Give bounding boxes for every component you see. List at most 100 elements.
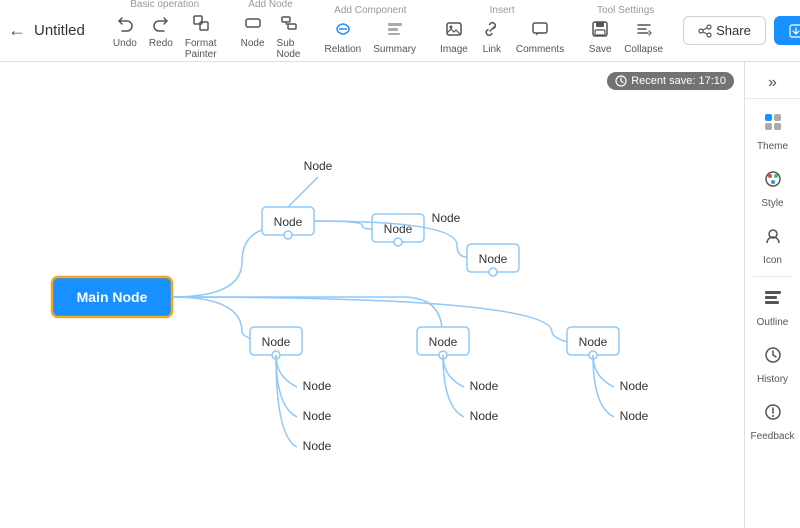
back-button[interactable]: ← bbox=[8, 20, 26, 41]
undo-button[interactable]: Undo bbox=[109, 12, 141, 62]
sidebar-item-style[interactable]: Style bbox=[745, 160, 800, 217]
outline-icon bbox=[762, 287, 784, 315]
redo-button[interactable]: Redo bbox=[145, 12, 177, 62]
undo-label: Undo bbox=[113, 38, 137, 49]
format-painter-label: Format Painter bbox=[185, 38, 217, 60]
export-icon bbox=[789, 24, 800, 38]
header-right: Share Export bbox=[683, 16, 800, 45]
theme-icon bbox=[762, 111, 784, 139]
redo-icon bbox=[152, 14, 170, 37]
summary-button[interactable]: Summary bbox=[369, 18, 420, 57]
link-label: Link bbox=[483, 44, 501, 55]
collapse-icon bbox=[635, 20, 653, 43]
toolbar-group-insert: Insert Image Link Comments bbox=[436, 5, 568, 57]
chevron-right-icon: » bbox=[768, 74, 777, 92]
relation-button[interactable]: Relation bbox=[321, 18, 366, 57]
summary-label: Summary bbox=[373, 44, 416, 55]
toolbar-basic-buttons: Undo Redo Format Painter bbox=[109, 12, 221, 62]
main-area: Recent save: 17:10 Main Node Node Node N… bbox=[0, 62, 800, 528]
clock-icon bbox=[615, 75, 627, 87]
toolbar-group-tools-label: Tool Settings bbox=[597, 5, 654, 16]
save-button[interactable]: Save bbox=[584, 18, 616, 57]
svg-text:Node: Node bbox=[470, 409, 499, 423]
svg-text:Node: Node bbox=[620, 409, 649, 423]
relation-icon bbox=[334, 20, 352, 43]
sidebar-outline-label: Outline bbox=[757, 317, 789, 328]
toolbar-insert-buttons: Image Link Comments bbox=[436, 18, 568, 57]
recent-save-text: Recent save: 17:10 bbox=[631, 75, 726, 87]
svg-text:Node: Node bbox=[303, 409, 332, 423]
toolbar-addcomp-buttons: Relation Summary bbox=[321, 18, 421, 57]
sidebar-item-history[interactable]: History bbox=[745, 336, 800, 393]
format-painter-button[interactable]: Format Painter bbox=[181, 12, 221, 62]
toolbar-group-addnode-label: Add Node bbox=[248, 0, 292, 10]
format-painter-icon bbox=[192, 14, 210, 37]
svg-text:Node: Node bbox=[470, 379, 499, 393]
collapse-button[interactable]: Collapse bbox=[620, 18, 667, 57]
toolbar-group-basic: Basic operation Undo Redo Format Painter bbox=[109, 0, 221, 62]
main-node-text: Main Node bbox=[77, 289, 148, 305]
icon-icon bbox=[762, 225, 784, 253]
svg-text:Node: Node bbox=[429, 335, 458, 349]
canvas[interactable]: Recent save: 17:10 Main Node Node Node N… bbox=[0, 62, 744, 528]
image-icon bbox=[445, 20, 463, 43]
sidebar-item-icon[interactable]: Icon bbox=[745, 217, 800, 274]
image-label: Image bbox=[440, 44, 468, 55]
toolbar-group-addcomp: Add Component Relation Summary bbox=[321, 5, 421, 57]
save-icon bbox=[591, 20, 609, 43]
share-button[interactable]: Share bbox=[683, 16, 766, 45]
recent-save-badge: Recent save: 17:10 bbox=[607, 72, 734, 90]
comments-icon bbox=[531, 20, 549, 43]
toolbar-group-basic-label: Basic operation bbox=[130, 0, 199, 10]
toolbar-addnode-buttons: Node Sub Node bbox=[237, 12, 305, 62]
history-icon bbox=[762, 344, 784, 372]
sidebar-collapse-button[interactable]: » bbox=[745, 68, 800, 99]
comments-button[interactable]: Comments bbox=[512, 18, 568, 57]
sidebar-item-theme[interactable]: Theme bbox=[745, 103, 800, 160]
link-button[interactable]: Link bbox=[476, 18, 508, 57]
undo-icon bbox=[116, 14, 134, 37]
collapse-label: Collapse bbox=[624, 44, 663, 55]
node-icon bbox=[244, 14, 262, 37]
toolbar-group-addnode: Add Node Node Sub Node bbox=[237, 0, 305, 62]
share-icon bbox=[698, 24, 712, 38]
svg-text:Node: Node bbox=[304, 159, 333, 173]
svg-text:Node: Node bbox=[303, 439, 332, 453]
link-icon bbox=[483, 20, 501, 43]
svg-text:Node: Node bbox=[303, 379, 332, 393]
redo-label: Redo bbox=[149, 38, 173, 49]
mindmap: Main Node Node Node Node Node Node bbox=[0, 62, 744, 528]
node-button[interactable]: Node bbox=[237, 12, 269, 62]
share-label: Share bbox=[716, 23, 751, 38]
toolbar-group-tools: Tool Settings Save Collapse bbox=[584, 5, 667, 57]
style-icon bbox=[762, 168, 784, 196]
sidebar-feedback-label: Feedback bbox=[751, 431, 795, 442]
svg-text:Node: Node bbox=[479, 252, 508, 266]
sub-node-button[interactable]: Sub Node bbox=[273, 12, 305, 62]
sub-node-label: Sub Node bbox=[277, 38, 301, 60]
summary-icon bbox=[386, 20, 404, 43]
svg-text:Node: Node bbox=[262, 335, 291, 349]
sidebar-style-label: Style bbox=[761, 198, 783, 209]
header: ← Untitled Basic operation Undo Redo bbox=[0, 0, 800, 62]
svg-text:Node: Node bbox=[620, 379, 649, 393]
toolbar-group-addcomp-label: Add Component bbox=[334, 5, 406, 16]
sidebar-theme-label: Theme bbox=[757, 141, 788, 152]
save-label: Save bbox=[589, 44, 612, 55]
sub-node-icon bbox=[280, 14, 298, 37]
svg-text:Node: Node bbox=[432, 211, 461, 225]
export-button[interactable]: Export bbox=[774, 16, 800, 45]
comments-label: Comments bbox=[516, 44, 564, 55]
toolbar-tools-buttons: Save Collapse bbox=[584, 18, 667, 57]
sidebar-item-feedback[interactable]: Feedback bbox=[745, 393, 800, 450]
right-sidebar: » Theme Style Icon Outline bbox=[744, 62, 800, 528]
node-label: Node bbox=[241, 38, 265, 49]
sidebar-history-label: History bbox=[757, 374, 788, 385]
sidebar-divider bbox=[753, 276, 792, 277]
sidebar-item-outline[interactable]: Outline bbox=[745, 279, 800, 336]
page-title: Untitled bbox=[34, 22, 85, 39]
feedback-icon bbox=[762, 401, 784, 429]
svg-text:Node: Node bbox=[579, 335, 608, 349]
image-button[interactable]: Image bbox=[436, 18, 472, 57]
toolbar-group-insert-label: Insert bbox=[490, 5, 515, 16]
